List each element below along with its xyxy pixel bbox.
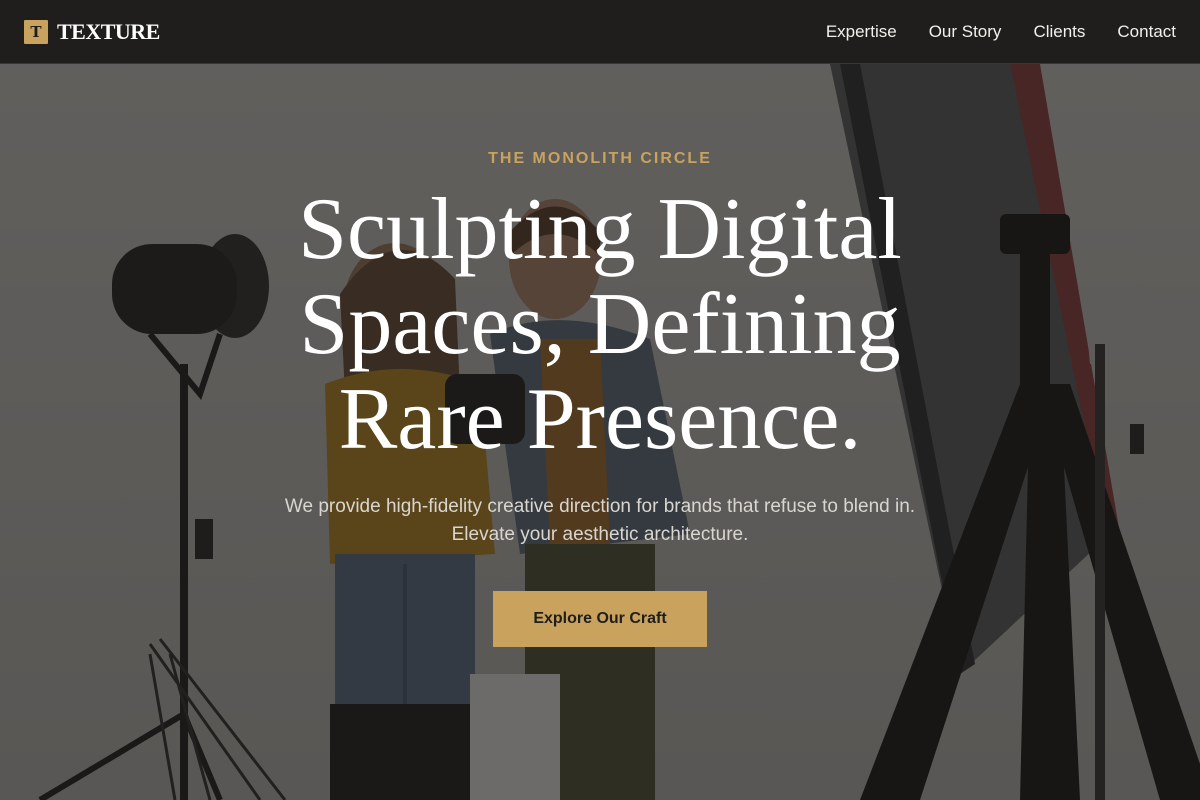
- nav-link-our-story[interactable]: Our Story: [929, 22, 1002, 42]
- hero-eyebrow: THE MONOLITH CIRCLE: [488, 150, 712, 167]
- hero-content: THE MONOLITH CIRCLE Sculpting Digital Sp…: [0, 64, 1200, 647]
- main-nav: Expertise Our Story Clients Contact: [826, 22, 1176, 42]
- brand-mark-icon: T: [24, 19, 48, 44]
- hero-subhead: We provide high-fidelity creative direct…: [284, 496, 916, 545]
- brand-name: TEXTURE: [57, 18, 160, 44]
- top-navbar: T TEXTURE Expertise Our Story Clients Co…: [0, 0, 1200, 64]
- explore-craft-button[interactable]: Explore Our Craft: [493, 591, 707, 647]
- hero-headline: Sculpting Digital Spaces, Defining Rare …: [298, 181, 902, 468]
- nav-link-expertise[interactable]: Expertise: [826, 22, 897, 42]
- nav-link-contact[interactable]: Contact: [1117, 22, 1176, 42]
- hero-section: THE MONOLITH CIRCLE Sculpting Digital Sp…: [0, 64, 1200, 800]
- nav-link-clients[interactable]: Clients: [1033, 22, 1085, 42]
- brand-logo[interactable]: T TEXTURE: [24, 19, 160, 45]
